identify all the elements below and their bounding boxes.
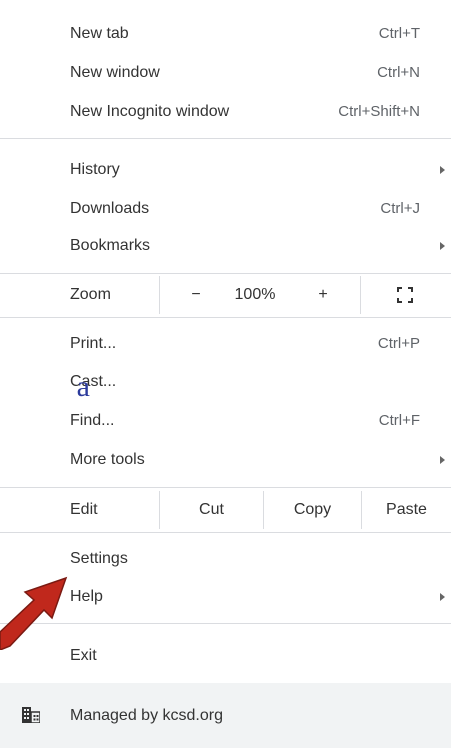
zoom-row: Zoom − 100% +: [0, 276, 451, 314]
menu-item-label: New Incognito window: [70, 103, 230, 120]
menu-item-label: Print...: [70, 335, 117, 352]
zoom-divider: [159, 276, 160, 314]
red-arrow-icon: [0, 576, 68, 650]
menu-item-shortcut: Ctrl+F: [378, 412, 420, 429]
background-partial-text: a: [76, 370, 90, 403]
menu-item-new-incognito-window[interactable]: New Incognito window Ctrl+Shift+N: [0, 94, 451, 129]
menu-item-shortcut: Ctrl+J: [380, 200, 420, 217]
zoom-out-button[interactable]: −: [185, 276, 207, 314]
menu-item-shortcut: Ctrl+N: [377, 64, 420, 81]
menu-item-bookmarks[interactable]: Bookmarks: [0, 228, 451, 263]
edit-row: Edit Cut Copy Paste: [0, 491, 451, 529]
zoom-divider: [360, 276, 361, 314]
menu-item-label: New tab: [70, 25, 129, 42]
menu-item-new-tab[interactable]: New tab Ctrl+T: [0, 16, 451, 51]
menu-separator: [0, 532, 451, 533]
paste-button[interactable]: Paste: [362, 491, 451, 529]
menu-item-downloads[interactable]: Downloads Ctrl+J: [0, 191, 451, 226]
chevron-right-icon: [440, 166, 445, 174]
menu-item-label: New window: [70, 64, 160, 81]
zoom-label: Zoom: [70, 286, 111, 303]
page: New tab Ctrl+T New window Ctrl+N New Inc…: [0, 0, 451, 748]
managed-by-banner[interactable]: Managed by kcsd.org: [0, 683, 451, 748]
managed-by-label: Managed by kcsd.org: [70, 707, 223, 724]
chevron-right-icon: [440, 593, 445, 601]
menu-item-new-window[interactable]: New window Ctrl+N: [0, 55, 451, 90]
chevron-right-icon: [440, 242, 445, 250]
menu-item-history[interactable]: History: [0, 152, 451, 187]
menu-item-label: History: [70, 161, 120, 178]
menu-item-find[interactable]: Find... Ctrl+F: [0, 403, 451, 438]
menu-separator: [0, 487, 451, 488]
menu-separator: [0, 273, 451, 274]
menu-item-print[interactable]: Print... Ctrl+P: [0, 326, 451, 361]
building-icon: [22, 707, 40, 723]
zoom-level-value: 100%: [234, 286, 276, 303]
menu-item-shortcut: Ctrl+T: [378, 25, 420, 42]
chevron-right-icon: [440, 456, 445, 464]
copy-button[interactable]: Copy: [264, 491, 361, 529]
menu-item-shortcut: Ctrl+Shift+N: [338, 103, 420, 120]
menu-item-label: More tools: [70, 451, 145, 468]
fullscreen-icon[interactable]: [397, 287, 413, 303]
menu-separator: [0, 317, 451, 318]
menu-separator: [0, 138, 451, 139]
menu-item-shortcut: Ctrl+P: [377, 335, 420, 352]
cut-button[interactable]: Cut: [160, 491, 263, 529]
menu-item-label: Settings: [70, 550, 128, 567]
menu-item-cast[interactable]: Cast...: [0, 364, 451, 399]
menu-item-more-tools[interactable]: More tools: [0, 442, 451, 477]
edit-label: Edit: [70, 501, 98, 518]
menu-item-label: Find...: [70, 412, 115, 429]
menu-item-label: Downloads: [70, 200, 150, 217]
menu-item-label: Bookmarks: [70, 237, 151, 254]
zoom-in-button[interactable]: +: [312, 276, 334, 314]
